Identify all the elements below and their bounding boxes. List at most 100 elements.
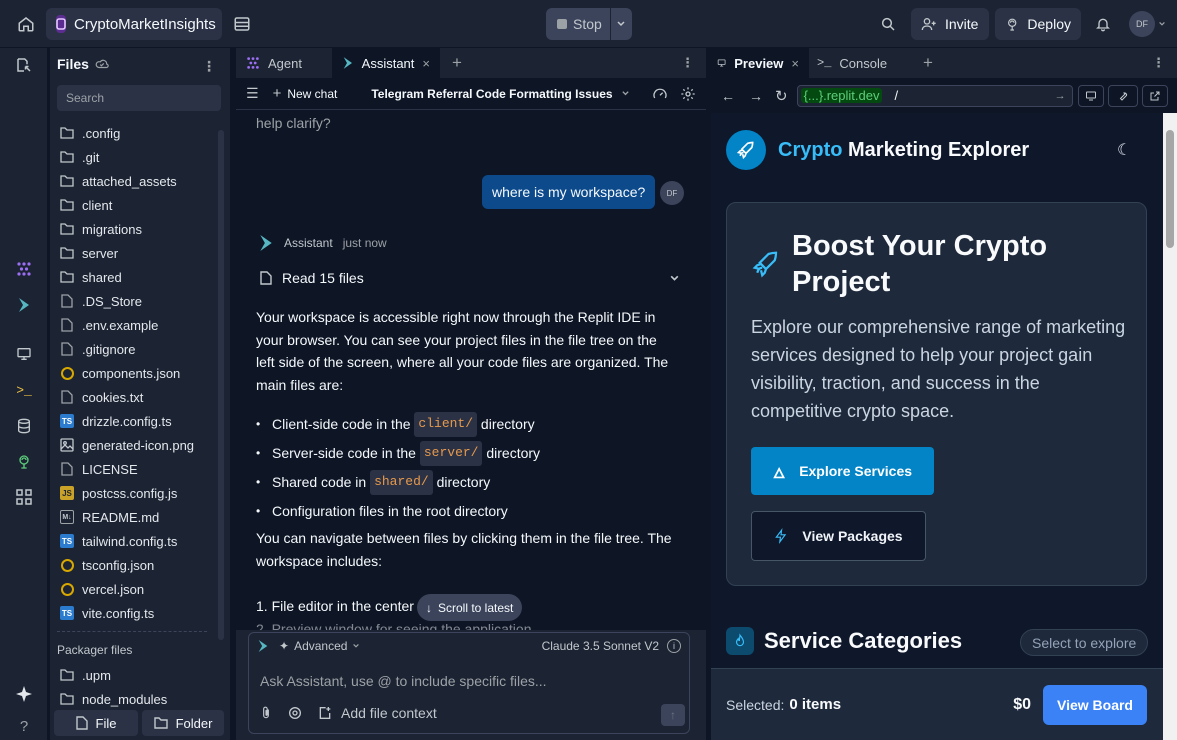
add-file-context-button[interactable]: Add file context <box>317 705 437 721</box>
console-icon[interactable]: >_ <box>0 372 48 408</box>
deploy-label: Deploy <box>1027 16 1071 32</box>
external-link-icon[interactable] <box>1141 84 1168 107</box>
site-brand[interactable]: Crypto Marketing Explorer <box>726 130 1029 170</box>
file-tree-item[interactable]: TS tailwind.config.ts <box>50 529 214 553</box>
layout-icon[interactable] <box>226 8 258 40</box>
paperclip-icon[interactable] <box>259 705 273 721</box>
panel-menu-icon[interactable]: ⋮ <box>1152 55 1165 71</box>
assistant-icon[interactable] <box>0 287 48 323</box>
typescript-icon: TS <box>60 534 74 548</box>
agent-icon[interactable] <box>0 251 48 287</box>
back-arrow-icon[interactable]: ← <box>721 88 735 104</box>
advanced-toggle[interactable]: ✦ Advanced <box>279 639 360 653</box>
file-tree-item[interactable]: LICENSE <box>50 457 214 481</box>
file-name: vite.config.ts <box>82 605 155 621</box>
send-button[interactable]: ↑ <box>661 704 685 726</box>
file-name: LICENSE <box>82 461 138 477</box>
bullet-dot: • <box>256 504 261 519</box>
tab-agent[interactable]: Agent <box>236 48 332 78</box>
invite-button[interactable]: Invite <box>911 8 989 40</box>
bell-icon[interactable] <box>1087 8 1119 40</box>
deployments-icon[interactable] <box>0 444 48 480</box>
file-tree-item[interactable]: TS vite.config.ts <box>50 601 214 625</box>
scroll-to-latest-button[interactable]: ↓ Scroll to latest <box>417 594 523 621</box>
read-files-collapsible[interactable]: Read 15 files <box>260 270 680 286</box>
files-menu-icon[interactable]: ⋮ <box>202 58 216 75</box>
chat-scroll-area[interactable]: help clarify? where is my workspace? DF … <box>236 110 706 630</box>
avatar: DF <box>1129 11 1155 37</box>
file-tree-item[interactable]: tsconfig.json <box>50 553 214 577</box>
gear-icon[interactable] <box>680 86 696 102</box>
help-icon[interactable]: ? <box>0 708 48 740</box>
history-list-icon[interactable]: ☰ <box>246 85 259 102</box>
forward-arrow-icon[interactable]: → <box>749 88 763 104</box>
tab-console[interactable]: >_ Console <box>809 48 913 78</box>
service-categories-header: Service Categories <box>726 627 962 655</box>
tools-grid-icon[interactable] <box>0 479 48 515</box>
user-menu[interactable]: DF <box>1129 11 1166 37</box>
splitter[interactable] <box>230 48 236 740</box>
file-tree-item[interactable]: attached_assets <box>50 169 214 193</box>
new-tab-plus-icon[interactable]: + <box>923 53 933 73</box>
file-tree-item[interactable]: shared <box>50 265 214 289</box>
file-tree-item[interactable]: M↓ README.md <box>50 505 214 529</box>
file-tree-item[interactable]: JS postcss.config.js <box>50 481 214 505</box>
file-tree-item[interactable]: .git <box>50 145 214 169</box>
file-tree-item[interactable]: migrations <box>50 217 214 241</box>
file-tree-item[interactable]: .DS_Store <box>50 289 214 313</box>
tab-preview[interactable]: Preview × <box>711 48 809 78</box>
new-tab-plus-icon[interactable]: + <box>452 53 462 73</box>
file-tree-item[interactable]: .env.example <box>50 313 214 337</box>
file-tree-item[interactable]: .config <box>50 121 214 145</box>
preview-monitor-icon[interactable] <box>0 336 48 372</box>
file-name: node_modules <box>82 691 168 707</box>
device-monitor-icon[interactable] <box>1077 84 1104 107</box>
stop-button[interactable]: Stop <box>546 8 610 40</box>
file-tree-item[interactable]: .gitignore <box>50 337 214 361</box>
file-search-input[interactable]: Search <box>57 85 221 111</box>
wrench-icon[interactable] <box>1107 84 1138 107</box>
preview-scrollbar[interactable] <box>1163 113 1177 740</box>
project-switcher[interactable]: CryptoMarketInsights <box>46 8 222 40</box>
chat-title-dropdown[interactable]: Telegram Referral Code Formatting Issues <box>371 87 629 101</box>
deploy-button[interactable]: Deploy <box>995 8 1081 40</box>
chat-input[interactable]: Ask Assistant, use @ to include specific… <box>260 673 547 689</box>
sparkle-icon[interactable] <box>0 676 48 712</box>
file-tree-item[interactable]: generated-icon.png <box>50 433 214 457</box>
home-icon[interactable] <box>10 8 42 40</box>
run-options-chevron-icon[interactable] <box>609 8 632 40</box>
moon-icon[interactable]: ☾ <box>1117 140 1131 160</box>
view-packages-button[interactable]: View Packages <box>751 511 926 561</box>
file-tree-item[interactable]: server <box>50 241 214 265</box>
flame-icon: 🜂 <box>772 464 786 481</box>
arrow-down-icon: ↓ <box>426 600 432 615</box>
new-chat-button[interactable]: + New chat <box>273 85 338 102</box>
files-toggle-icon[interactable] <box>0 48 48 82</box>
close-icon[interactable]: × <box>791 56 799 71</box>
file-tree-item[interactable]: client <box>50 193 214 217</box>
database-icon[interactable] <box>0 408 48 444</box>
search-icon[interactable] <box>872 8 904 40</box>
new-file-button[interactable]: File <box>54 710 138 736</box>
view-board-button[interactable]: View Board <box>1043 684 1147 725</box>
file-tree-item[interactable]: vercel.json <box>50 577 214 601</box>
close-icon[interactable]: × <box>422 56 430 71</box>
url-input[interactable]: {...}.replit.dev / → <box>796 84 1073 107</box>
go-arrow-icon[interactable]: → <box>1055 90 1066 102</box>
model-selector[interactable]: Claude 3.5 Sonnet V2 i <box>542 639 681 653</box>
file-tree-item[interactable]: .upm <box>50 663 214 687</box>
file-tree-item[interactable]: TS drizzle.config.ts <box>50 409 214 433</box>
file-tree-scrollbar[interactable] <box>218 130 224 640</box>
file-tree-item[interactable]: node_modules <box>50 687 214 711</box>
explore-services-button[interactable]: 🜂 Explore Services <box>751 447 934 495</box>
new-folder-button[interactable]: Folder <box>142 710 224 736</box>
panel-menu-icon[interactable]: ⋮ <box>681 55 694 71</box>
tab-assistant[interactable]: Assistant × <box>332 48 440 78</box>
reload-icon[interactable]: ↻ <box>775 87 788 105</box>
chat-title: Telegram Referral Code Formatting Issues <box>371 86 613 101</box>
selection-footer: Selected: 0 items $0 View Board <box>711 668 1163 740</box>
gauge-icon[interactable] <box>652 86 668 102</box>
target-icon[interactable] <box>287 705 303 721</box>
file-tree-item[interactable]: cookies.txt <box>50 385 214 409</box>
file-tree-item[interactable]: components.json <box>50 361 214 385</box>
